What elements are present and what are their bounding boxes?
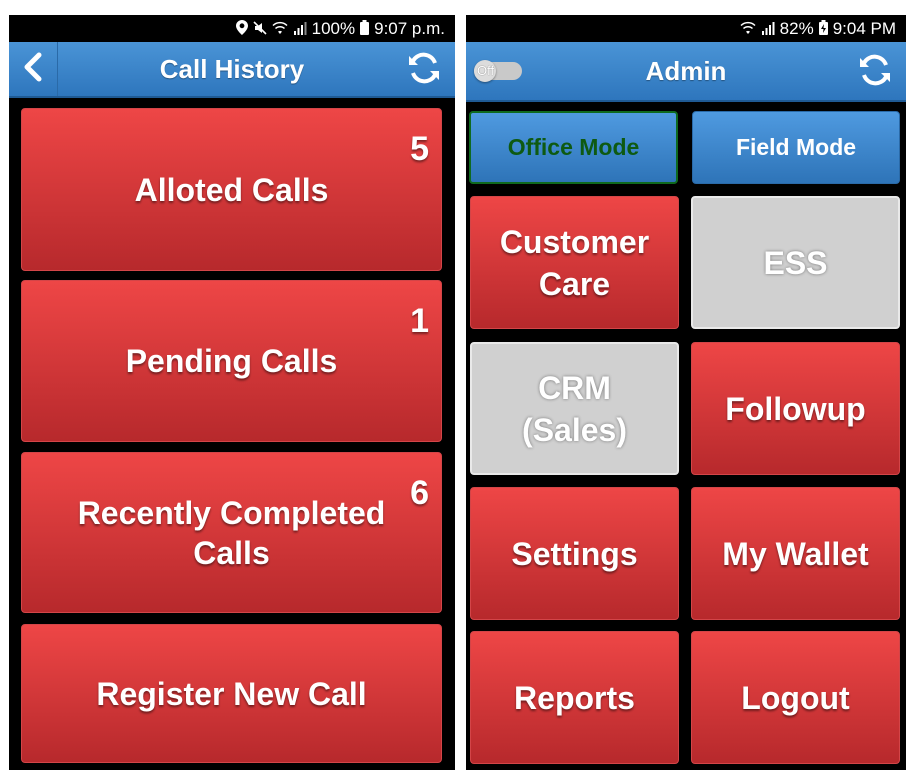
tile-label: Settings [511,535,638,572]
settings-tile[interactable]: Settings [470,487,679,620]
alloted-calls-button[interactable]: Alloted Calls 5 [21,108,442,271]
status-bar: 100% 9:07 p.m. [9,15,455,42]
status-bar: 82% 9:04 PM [466,15,906,42]
tile-label: Followup [725,390,866,427]
status-time: 9:04 PM [832,18,896,38]
tile-label: Customer Care [499,223,650,302]
crm-sales-tile[interactable]: CRM (Sales) [470,342,679,475]
count-badge: 5 [410,130,429,168]
app-bar: Call History [9,42,455,98]
tile-label: ESS [763,244,828,281]
battery-charging-icon [818,20,828,37]
list-item-label: Alloted Calls [134,171,329,208]
battery-percent: 100% [311,18,356,38]
count-badge: 1 [410,302,429,340]
wifi-icon [272,21,288,37]
page-title: Admin [645,55,727,86]
tile-label: Reports [514,679,635,716]
tile-label: CRM (Sales) [522,369,627,448]
pending-calls-button[interactable]: Pending Calls 1 [21,280,442,442]
reports-tile[interactable]: Reports [470,631,679,764]
office-mode-button[interactable]: Office Mode [469,111,678,184]
refresh-icon [857,52,893,93]
signal-icon [293,21,307,37]
chevron-left-icon [23,52,43,87]
mode-toggle[interactable]: Off [474,60,522,82]
mute-icon [253,20,267,37]
list-item-label: Recently Completed Calls [77,494,386,571]
back-button[interactable] [9,42,58,96]
recently-completed-calls-button[interactable]: Recently Completed Calls 6 [21,452,442,613]
refresh-icon [406,50,442,91]
field-mode-button[interactable]: Field Mode [692,111,900,184]
refresh-button[interactable] [856,53,894,91]
customer-care-tile[interactable]: Customer Care [470,196,679,329]
count-badge: 6 [410,474,429,512]
list-item-label: Register New Call [96,675,367,712]
logout-tile[interactable]: Logout [691,631,900,764]
office-mode-label: Office Mode [507,134,640,160]
page-title: Call History [159,53,305,84]
app-bar: Off Admin [466,42,906,102]
my-wallet-tile[interactable]: My Wallet [691,487,900,620]
followup-tile[interactable]: Followup [691,342,900,475]
list-item-label: Pending Calls [125,343,338,379]
wifi-icon [740,21,756,37]
tile-label: My Wallet [722,535,869,572]
call-history-screen: 100% 9:07 p.m. Call History Alloted Call… [9,15,455,770]
battery-percent: 82% [779,18,814,38]
refresh-button[interactable] [405,51,443,89]
field-mode-label: Field Mode [735,134,857,160]
admin-screen: 82% 9:04 PM Off Admin Office Mode Field … [466,15,906,770]
register-new-call-button[interactable]: Register New Call [21,624,442,763]
toggle-label: Off [477,63,495,78]
battery-icon [360,20,370,37]
status-time: 9:07 p.m. [374,18,445,38]
tile-label: Logout [741,679,850,716]
signal-icon [761,21,775,37]
location-icon [235,20,248,37]
ess-tile[interactable]: ESS [691,196,900,329]
